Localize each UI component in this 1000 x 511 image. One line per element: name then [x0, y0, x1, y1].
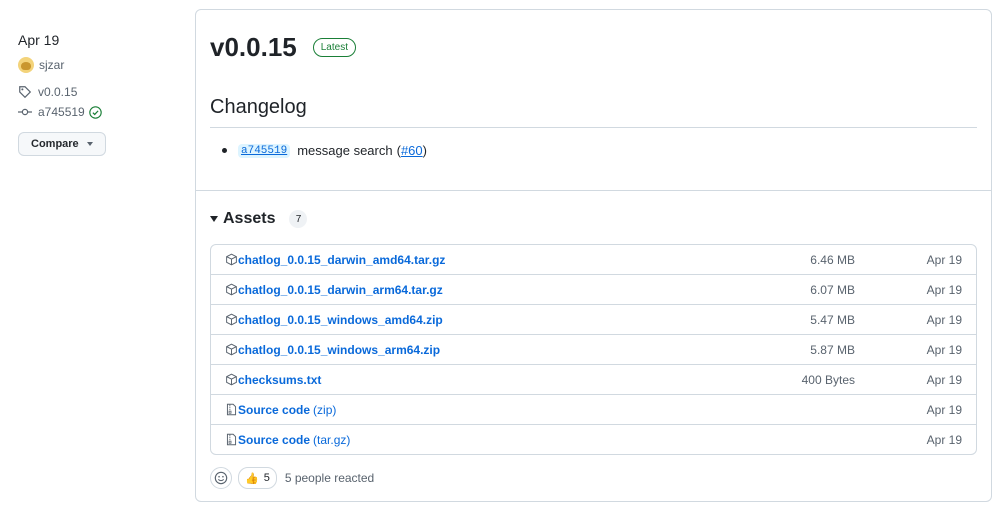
section-divider [196, 190, 991, 191]
asset-row: chatlog_0.0.15_windows_arm64.zip 5.87 MB… [211, 334, 976, 364]
package-icon [226, 253, 237, 266]
package-icon [226, 283, 237, 296]
asset-date: Apr 19 [926, 432, 962, 447]
assets-count-badge: 7 [289, 210, 308, 228]
file-zip-icon [226, 433, 237, 446]
changelog-item: a745519 message search (#60) [222, 143, 427, 158]
asset-size: 5.47 MB [810, 312, 855, 327]
release-card: v0.0.15 Latest Changelog a745519 message… [195, 9, 992, 502]
git-commit-icon [18, 108, 32, 116]
asset-row: chatlog_0.0.15_darwin_arm64.tar.gz 6.07 … [211, 274, 976, 304]
asset-date: Apr 19 [926, 372, 962, 387]
asset-name-link[interactable]: chatlog_0.0.15_windows_arm64.zip [238, 343, 440, 357]
asset-size: 5.87 MB [810, 342, 855, 357]
asset-name-link[interactable]: chatlog_0.0.15_windows_amd64.zip [238, 313, 443, 327]
triangle-down-icon [210, 216, 218, 222]
assets-toggle[interactable]: Assets 7 [210, 210, 308, 228]
tag-icon [19, 86, 32, 99]
pr-paren-close: ) [422, 143, 427, 158]
chevron-down-icon [86, 142, 93, 146]
asset-row: Source code (tar.gz) Apr 19 [211, 424, 976, 454]
tag-row[interactable]: v0.0.15 [18, 84, 188, 100]
reaction-count: 5 [263, 472, 270, 484]
verified-check-icon [88, 105, 102, 119]
asset-row: chatlog_0.0.15_darwin_amd64.tar.gz 6.46 … [211, 245, 976, 274]
asset-suffix[interactable]: (zip) [313, 403, 336, 417]
divider [210, 127, 977, 128]
assets-list: chatlog_0.0.15_darwin_amd64.tar.gz 6.46 … [210, 244, 977, 455]
commit-link[interactable]: a745519 [238, 143, 291, 158]
asset-size: 6.46 MB [810, 252, 855, 267]
latest-badge: Latest [312, 38, 356, 57]
commit-hash[interactable]: a745519 [38, 105, 85, 119]
asset-name-link[interactable]: Source code [238, 433, 310, 447]
asset-size: 6.07 MB [810, 282, 855, 297]
add-reaction-button[interactable] [210, 467, 232, 489]
release-sidebar: Apr 19 sjzar v0.0.15 a745519 Compare [18, 32, 188, 156]
compare-label: Compare [31, 138, 79, 150]
release-date: Apr 19 [18, 32, 60, 48]
package-icon [226, 313, 237, 326]
asset-date: Apr 19 [926, 402, 962, 417]
thumbs-up-reaction[interactable]: 👍 5 [238, 467, 277, 489]
asset-date: Apr 19 [926, 342, 962, 357]
pr-link[interactable]: #60 [401, 143, 423, 158]
compare-button[interactable]: Compare [18, 132, 106, 156]
asset-date: Apr 19 [926, 252, 962, 267]
asset-size: 400 Bytes [801, 372, 855, 387]
package-icon [226, 373, 237, 386]
asset-name-link[interactable]: chatlog_0.0.15_darwin_arm64.tar.gz [238, 283, 443, 297]
author-name[interactable]: sjzar [39, 58, 64, 72]
commit-row[interactable]: a745519 [18, 104, 188, 120]
asset-row: Source code (zip) Apr 19 [211, 394, 976, 424]
bullet-dot [222, 148, 227, 153]
assets-heading[interactable]: Assets [223, 210, 275, 228]
tag-label[interactable]: v0.0.15 [38, 85, 77, 99]
release-title[interactable]: v0.0.15 [210, 32, 297, 63]
asset-name-link[interactable]: chatlog_0.0.15_darwin_amd64.tar.gz [238, 253, 445, 267]
asset-suffix[interactable]: (tar.gz) [313, 433, 350, 447]
asset-date: Apr 19 [926, 312, 962, 327]
package-icon [226, 343, 237, 356]
author-row[interactable]: sjzar [18, 57, 188, 73]
asset-name-link[interactable]: Source code [238, 403, 310, 417]
changelog-heading: Changelog [210, 96, 307, 118]
file-zip-icon [226, 403, 237, 416]
change-text: message search [297, 143, 393, 158]
asset-row: chatlog_0.0.15_windows_amd64.zip 5.47 MB… [211, 304, 976, 334]
avatar[interactable] [18, 57, 34, 73]
release-header: v0.0.15 Latest [210, 32, 356, 63]
reaction-summary: 5 people reacted [284, 471, 375, 485]
asset-row: checksums.txt 400 Bytes Apr 19 [211, 364, 976, 394]
smiley-icon [214, 471, 228, 485]
asset-name-link[interactable]: checksums.txt [238, 373, 321, 387]
reactions-bar: 👍 5 5 people reacted [210, 467, 374, 489]
asset-date: Apr 19 [926, 282, 962, 297]
thumbs-up-icon: 👍 [245, 472, 259, 485]
